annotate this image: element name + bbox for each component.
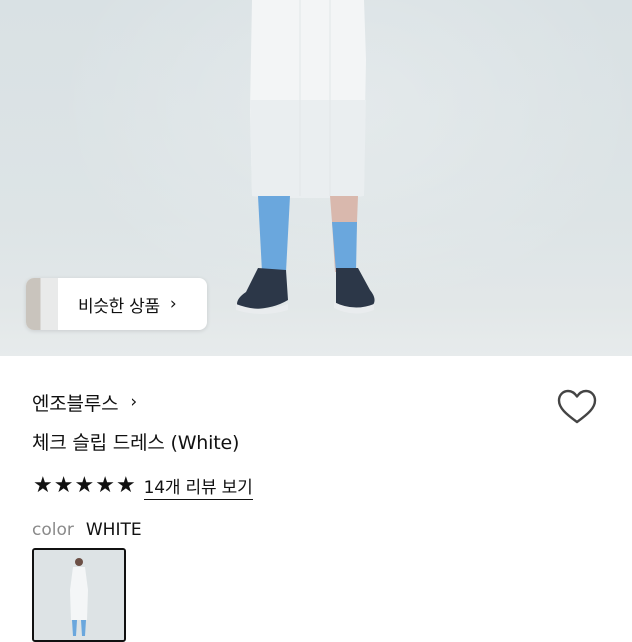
swatch-model-thumbnail: [34, 550, 124, 640]
star-filled-icon: ★: [53, 473, 74, 498]
color-row: color WHITE: [32, 518, 142, 542]
star-filled-icon: ★: [33, 473, 53, 498]
chevron-right-icon: ›: [130, 392, 138, 412]
brand-link[interactable]: 엔조블루스 ›: [32, 388, 137, 416]
product-photo[interactable]: 비슷한 상품 ›: [0, 0, 632, 356]
view-reviews-link[interactable]: 14개 리뷰 보기: [143, 473, 253, 500]
chevron-right-icon: ›: [169, 294, 177, 314]
star-rating: ★ ★ ★ ★ ★: [33, 475, 136, 497]
color-value: WHITE: [85, 520, 142, 540]
star-filled-icon: ★: [95, 473, 115, 498]
color-key-label: color: [32, 520, 74, 540]
brand-name: 엔조블루스: [32, 392, 119, 415]
similar-products-thumbnail: [26, 278, 58, 330]
similar-products-button[interactable]: 비슷한 상품 ›: [26, 278, 207, 330]
star-filled-icon: ★: [74, 473, 95, 498]
color-swatch-white[interactable]: [32, 548, 126, 642]
product-title: 체크 슬립 드레스 (White): [32, 432, 240, 454]
similar-products-label: 비슷한 상품: [78, 296, 160, 317]
heart-outline-icon[interactable]: [556, 388, 598, 428]
rating-row: ★ ★ ★ ★ ★ 14개 리뷰 보기: [33, 472, 253, 500]
star-filled-icon: ★: [115, 473, 136, 498]
